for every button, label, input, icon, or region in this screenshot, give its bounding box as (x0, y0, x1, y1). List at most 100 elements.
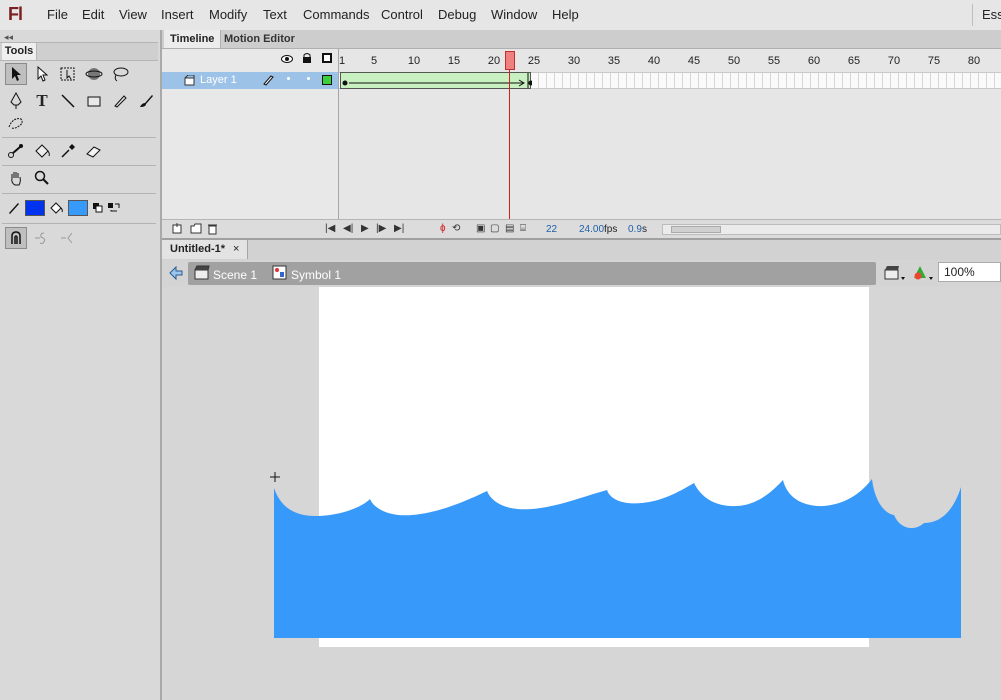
menu-edit[interactable]: Edit (82, 7, 104, 22)
edit-scene-icon[interactable] (884, 265, 906, 284)
smooth-icon[interactable] (31, 227, 53, 249)
new-folder-icon[interactable] (190, 223, 202, 237)
menu-file[interactable]: File (47, 7, 68, 22)
motion-tween-span[interactable] (340, 72, 532, 89)
ruler-tick-label: 35 (607, 55, 621, 67)
menu-view[interactable]: View (119, 7, 147, 22)
rectangle-tool-icon[interactable] (83, 90, 105, 112)
frame-rate-unit: fps (604, 224, 618, 235)
lasso-tool-icon[interactable] (109, 63, 131, 85)
menu-commands[interactable]: Commands (303, 7, 369, 22)
snap-to-objects-icon[interactable] (5, 227, 27, 249)
straighten-icon[interactable] (57, 227, 79, 249)
deco-tool-icon[interactable] (5, 112, 27, 134)
pencil-icon (262, 74, 274, 89)
stage-area[interactable] (162, 287, 1001, 700)
scrollbar-thumb[interactable] (671, 226, 721, 233)
document-tabs: Untitled-1* × (162, 238, 1001, 261)
crosshair-cursor-icon (270, 472, 280, 482)
edit-symbols-icon[interactable] (912, 265, 934, 284)
timeline-status-bar: |◀ ◀| ▶ |▶ ▶| ɸ ⟲ ▣ ▢ ▤ ⌸ 22 24.00 fps 0… (162, 219, 1001, 239)
fill-color-swatch[interactable] (68, 200, 88, 216)
fill-color-icon (46, 197, 68, 219)
eye-icon[interactable] (281, 53, 293, 67)
free-transform-tool-icon[interactable] (57, 63, 79, 85)
bone-tool-icon[interactable] (5, 140, 27, 162)
menu-debug[interactable]: Debug (438, 7, 476, 22)
layer-name[interactable]: Layer 1 (200, 74, 237, 86)
ruler-tick-label: 40 (647, 55, 661, 67)
menu-window[interactable]: Window (491, 7, 537, 22)
workspace-switcher[interactable]: Esse (982, 7, 1001, 22)
menu-control[interactable]: Control (381, 7, 423, 22)
breadcrumb: Scene 1 Symbol 1 (188, 262, 876, 285)
onion-skin-icon[interactable]: ▣ (476, 223, 485, 234)
ruler-tick-label: 1 (339, 55, 346, 67)
center-frame-icon[interactable]: ɸ (440, 223, 446, 234)
back-arrow-icon[interactable] (168, 265, 184, 284)
menu-text[interactable]: Text (263, 7, 287, 22)
frames-area[interactable]: 1 5 10 15 20 25 30 35 40 45 50 55 60 65 70 75 80 (339, 49, 1001, 219)
ruler-tick-label: 5 (370, 55, 378, 67)
tool-separator (2, 137, 156, 138)
selection-tool-icon[interactable] (5, 63, 27, 85)
layer-row[interactable]: Layer 1 (162, 72, 338, 89)
breadcrumb-scene[interactable]: Scene 1 (213, 268, 257, 282)
tools-tab[interactable]: Tools (2, 43, 37, 60)
brush-tool-icon[interactable] (135, 90, 157, 112)
eraser-tool-icon[interactable] (83, 140, 105, 162)
zoom-field[interactable]: 100% (938, 262, 1001, 282)
document-tab[interactable]: Untitled-1* × (162, 240, 249, 259)
breadcrumb-symbol[interactable]: Symbol 1 (291, 268, 341, 282)
onion-outline-icon[interactable]: ▢ (490, 223, 499, 234)
stroke-color-swatch[interactable] (25, 200, 45, 216)
new-layer-icon[interactable] (172, 223, 183, 237)
ruler-tick-label: 10 (407, 55, 421, 67)
edit-bar: Scene 1 Symbol 1 100% (162, 260, 1001, 287)
layer-outline-color[interactable] (322, 75, 332, 85)
play-icon[interactable]: ▶ (361, 223, 369, 234)
text-tool-icon[interactable]: T (31, 90, 53, 112)
line-tool-icon[interactable] (57, 90, 79, 112)
prev-frame-icon[interactable]: ◀| (343, 223, 353, 234)
edit-multiple-icon[interactable]: ▤ (505, 223, 514, 234)
tab-timeline[interactable]: Timeline (164, 30, 222, 48)
menu-help[interactable]: Help (552, 7, 579, 22)
pen-tool-icon[interactable] (5, 90, 27, 112)
playhead[interactable] (505, 51, 515, 70)
current-frame[interactable]: 22 (546, 224, 557, 235)
zoom-tool-icon[interactable] (31, 167, 53, 189)
modify-markers-icon[interactable]: ⌸ (520, 223, 526, 234)
loop-icon[interactable]: ⟲ (452, 223, 460, 234)
pencil-tool-icon[interactable] (109, 90, 131, 112)
eyedropper-tool-icon[interactable] (57, 140, 79, 162)
ruler-tick-label: 70 (887, 55, 901, 67)
swap-colors-icon[interactable] (107, 197, 121, 219)
menu-insert[interactable]: Insert (161, 7, 194, 22)
symbol-icon (272, 265, 288, 284)
ruler-tick-label: 45 (687, 55, 701, 67)
menu-modify[interactable]: Modify (209, 7, 247, 22)
ruler-tick-label: 60 (807, 55, 821, 67)
outline-icon[interactable] (322, 53, 332, 63)
ruler-tick-label: 75 (927, 55, 941, 67)
first-frame-icon[interactable]: |◀ (325, 223, 335, 234)
timeline-tabs: Timeline Motion Editor (162, 30, 1001, 49)
black-and-white-icon[interactable] (91, 197, 105, 219)
lock-dot[interactable] (307, 77, 310, 80)
paint-bucket-tool-icon[interactable] (31, 140, 53, 162)
visibility-dot[interactable] (287, 77, 290, 80)
next-frame-icon[interactable]: |▶ (376, 223, 386, 234)
3d-rotation-tool-icon[interactable] (83, 63, 105, 85)
close-icon[interactable]: × (233, 243, 239, 255)
tab-motion-editor[interactable]: Motion Editor (218, 30, 301, 48)
frame-rate[interactable]: 24.00 (579, 224, 604, 235)
timeline-scrollbar[interactable] (662, 224, 1001, 235)
lock-icon[interactable] (302, 52, 312, 67)
ruler-tick-label: 55 (767, 55, 781, 67)
last-frame-icon[interactable]: ▶| (394, 223, 404, 234)
tools-header: Tools (0, 42, 158, 61)
subselection-tool-icon[interactable] (31, 63, 53, 85)
hand-tool-icon[interactable] (5, 167, 27, 189)
delete-layer-icon[interactable] (207, 223, 218, 238)
